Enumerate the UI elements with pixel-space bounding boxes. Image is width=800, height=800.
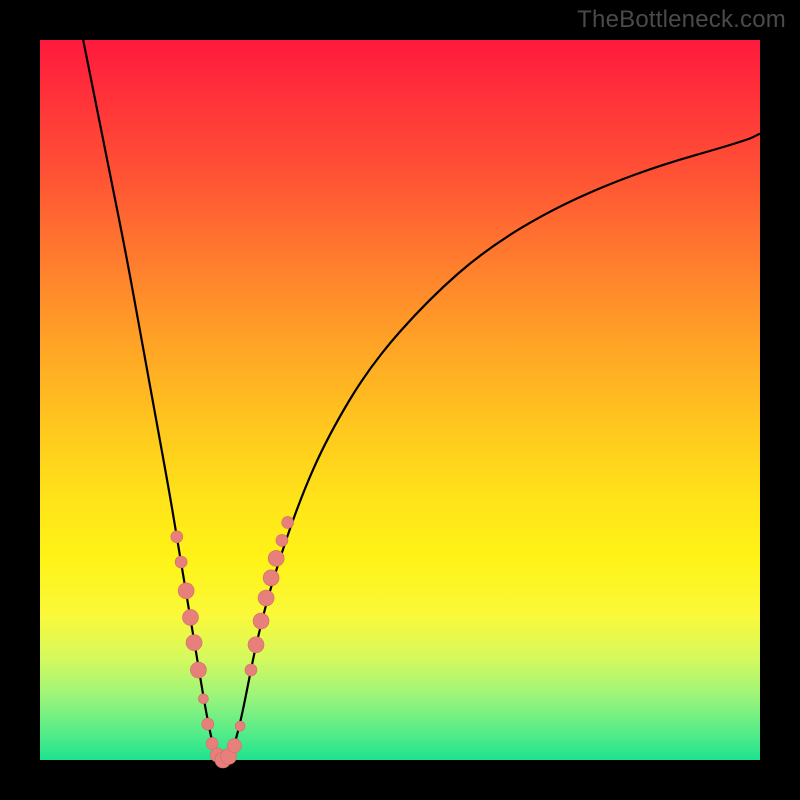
data-marker [263, 570, 279, 586]
data-marker [235, 721, 245, 731]
data-marker [182, 609, 198, 625]
data-marker [253, 613, 269, 629]
data-marker [202, 718, 214, 730]
data-marker [227, 739, 241, 753]
data-marker [258, 590, 274, 606]
data-marker [245, 664, 257, 676]
chart-frame: TheBottleneck.com [0, 0, 800, 800]
chart-svg [40, 40, 760, 760]
data-marker [206, 737, 218, 749]
plot-area [40, 40, 760, 760]
data-marker [190, 662, 206, 678]
bottleneck-curve [83, 40, 760, 760]
data-marker [175, 556, 187, 568]
data-marker [248, 637, 264, 653]
watermark-label: TheBottleneck.com [577, 6, 786, 34]
data-marker [178, 583, 194, 599]
data-marker [186, 635, 202, 651]
data-marker [171, 531, 183, 543]
data-marker [268, 550, 284, 566]
marker-layer [171, 516, 294, 768]
data-marker [198, 694, 208, 704]
data-marker [282, 516, 294, 528]
data-marker [276, 534, 288, 546]
